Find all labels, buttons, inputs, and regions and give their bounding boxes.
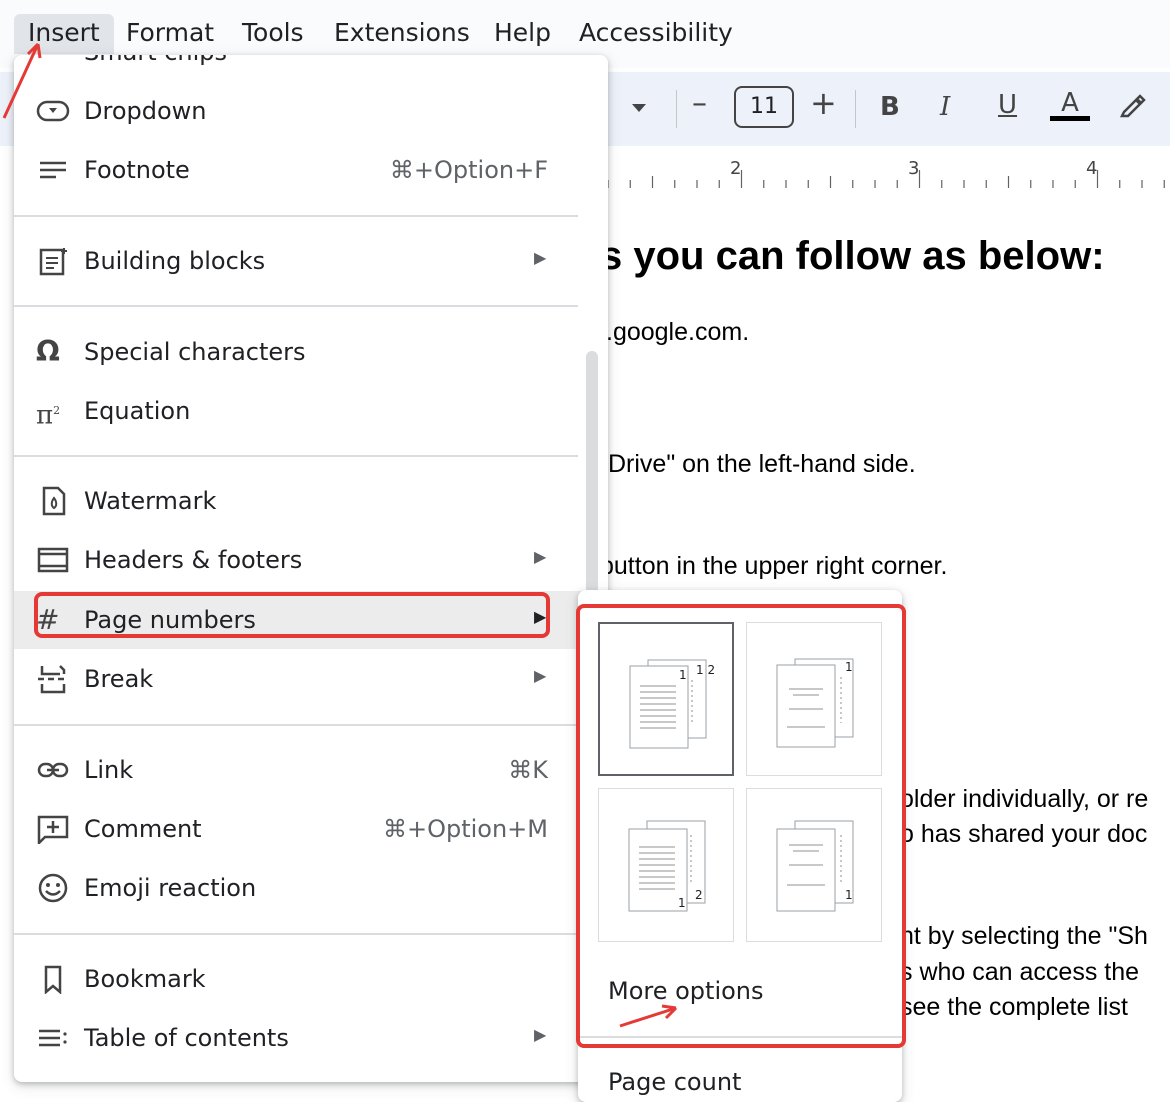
annotation-arrows [2, 42, 678, 1028]
